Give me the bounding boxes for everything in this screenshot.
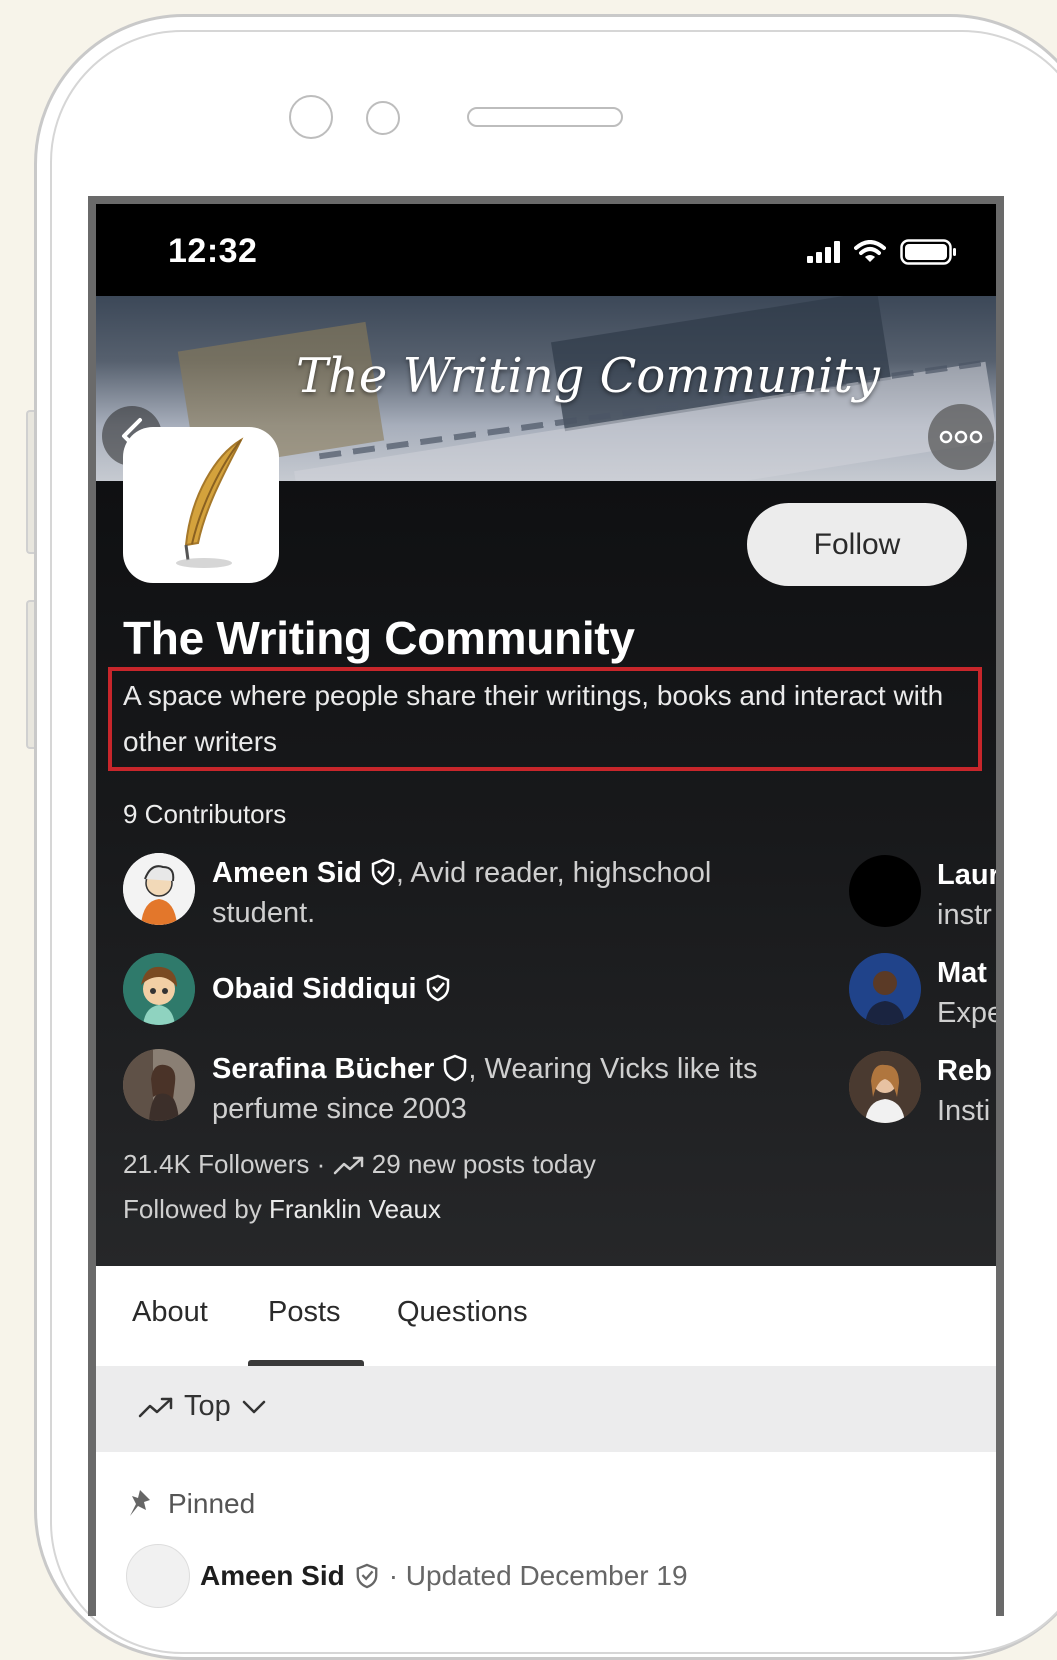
- community-tabs: About Posts Questions: [96, 1266, 996, 1366]
- pin-icon: [130, 1490, 150, 1516]
- contributor-info: Obaid Siddiqui: [212, 953, 792, 1009]
- more-options-button[interactable]: [928, 404, 994, 470]
- new-posts-today: 29 new posts today: [371, 1149, 596, 1179]
- contributor-bio: Insti: [937, 1095, 991, 1127]
- contributor-info: Ameen Sid, Avid reader, highschool stude…: [212, 853, 792, 933]
- followed-by-name[interactable]: Franklin Veaux: [269, 1194, 441, 1224]
- phone-screen: 12:32 The Writing Community Follow The W…: [88, 196, 1004, 1616]
- contributor-name[interactable]: Ameen Sid: [212, 857, 362, 889]
- followed-by: Followed by Franklin Veaux: [123, 1194, 441, 1225]
- sort-bar: Top: [96, 1366, 996, 1452]
- contributor-row[interactable]: Obaid Siddiqui: [123, 953, 792, 1025]
- contributor-bio: instr: [937, 899, 992, 931]
- banner-title: The Writing Community: [296, 348, 880, 404]
- contributor-name[interactable]: Mat: [937, 953, 996, 993]
- post-feed: Pinned Ameen Sid · Updated December 19: [96, 1452, 996, 1616]
- contributor-info: Reb Insti: [937, 1051, 992, 1131]
- cellular-signal-icon: [807, 241, 840, 263]
- pinned-label-row: Pinned: [126, 1488, 255, 1520]
- avatar[interactable]: [123, 1049, 195, 1121]
- pinned-label: Pinned: [168, 1488, 256, 1519]
- trending-up-icon: [333, 1156, 363, 1175]
- followers-count[interactable]: 21.4K Followers: [123, 1149, 309, 1179]
- shield-check-icon: [356, 1563, 378, 1589]
- contributor-info: Serafina Bücher, Wearing Vicks like its …: [212, 1049, 792, 1129]
- shield-check-icon: [426, 974, 449, 1002]
- contributor-name[interactable]: Obaid Siddiqui: [212, 973, 417, 1005]
- sort-dropdown[interactable]: Top: [138, 1390, 267, 1423]
- post-header: Ameen Sid · Updated December 19: [126, 1544, 688, 1608]
- tab-posts[interactable]: Posts: [268, 1296, 341, 1329]
- sort-label: Top: [184, 1390, 231, 1422]
- avatar[interactable]: [123, 853, 195, 925]
- community-logo: [123, 427, 279, 583]
- follow-button[interactable]: Follow: [747, 503, 967, 586]
- trending-up-icon: [138, 1397, 173, 1417]
- chevron-down-icon: [242, 1400, 266, 1413]
- contributor-info: Mat Expe: [937, 953, 1004, 1033]
- contributor-bio: Expe: [937, 997, 1004, 1029]
- status-icons: [807, 238, 958, 266]
- battery-icon: [900, 239, 956, 265]
- contributor-row[interactable]: Mat Expe: [849, 953, 1004, 1033]
- contributors-count: 9 Contributors: [123, 799, 287, 829]
- contributor-row[interactable]: Serafina Bücher, Wearing Vicks like its …: [123, 1049, 792, 1129]
- contributor-row[interactable]: Laur instr: [849, 855, 996, 935]
- community-description: A space where people share their writing…: [123, 680, 944, 757]
- stats-separator: ·: [316, 1149, 326, 1179]
- front-camera: [289, 95, 333, 139]
- community-header: Follow The Writing Community A space whe…: [96, 427, 996, 1266]
- contributor-name[interactable]: Serafina Bücher: [212, 1053, 434, 1085]
- contributor-info: Laur instr: [937, 855, 996, 935]
- contributor-row[interactable]: Reb Insti: [849, 1051, 992, 1131]
- tab-questions[interactable]: Questions: [397, 1296, 528, 1329]
- shield-check-icon: [371, 858, 395, 886]
- front-sensor: [366, 101, 400, 135]
- status-time: 12:32: [168, 232, 258, 270]
- avatar[interactable]: [849, 1051, 921, 1123]
- post-author[interactable]: Ameen Sid: [200, 1560, 345, 1592]
- more-dots-icon: [939, 430, 983, 444]
- status-bar: 12:32: [96, 204, 996, 296]
- community-stats: 21.4K Followers · 29 new posts today: [123, 1149, 596, 1180]
- wifi-icon: [854, 240, 886, 262]
- tab-about[interactable]: About: [132, 1296, 208, 1329]
- earpiece-speaker: [467, 107, 623, 127]
- quill-feather-icon: [176, 437, 244, 568]
- avatar[interactable]: [123, 953, 195, 1025]
- avatar[interactable]: [849, 953, 921, 1025]
- avatar[interactable]: [849, 855, 921, 927]
- shield-icon: [444, 1054, 467, 1082]
- contributor-name[interactable]: Laur: [937, 855, 996, 895]
- post-updated-date: · Updated December 19: [388, 1560, 688, 1591]
- followed-by-prefix: Followed by: [123, 1194, 262, 1224]
- contributor-row[interactable]: Ameen Sid, Avid reader, highschool stude…: [123, 853, 792, 933]
- community-title: The Writing Community: [123, 612, 635, 664]
- contributor-name[interactable]: Reb: [937, 1051, 992, 1091]
- avatar[interactable]: [126, 1544, 190, 1608]
